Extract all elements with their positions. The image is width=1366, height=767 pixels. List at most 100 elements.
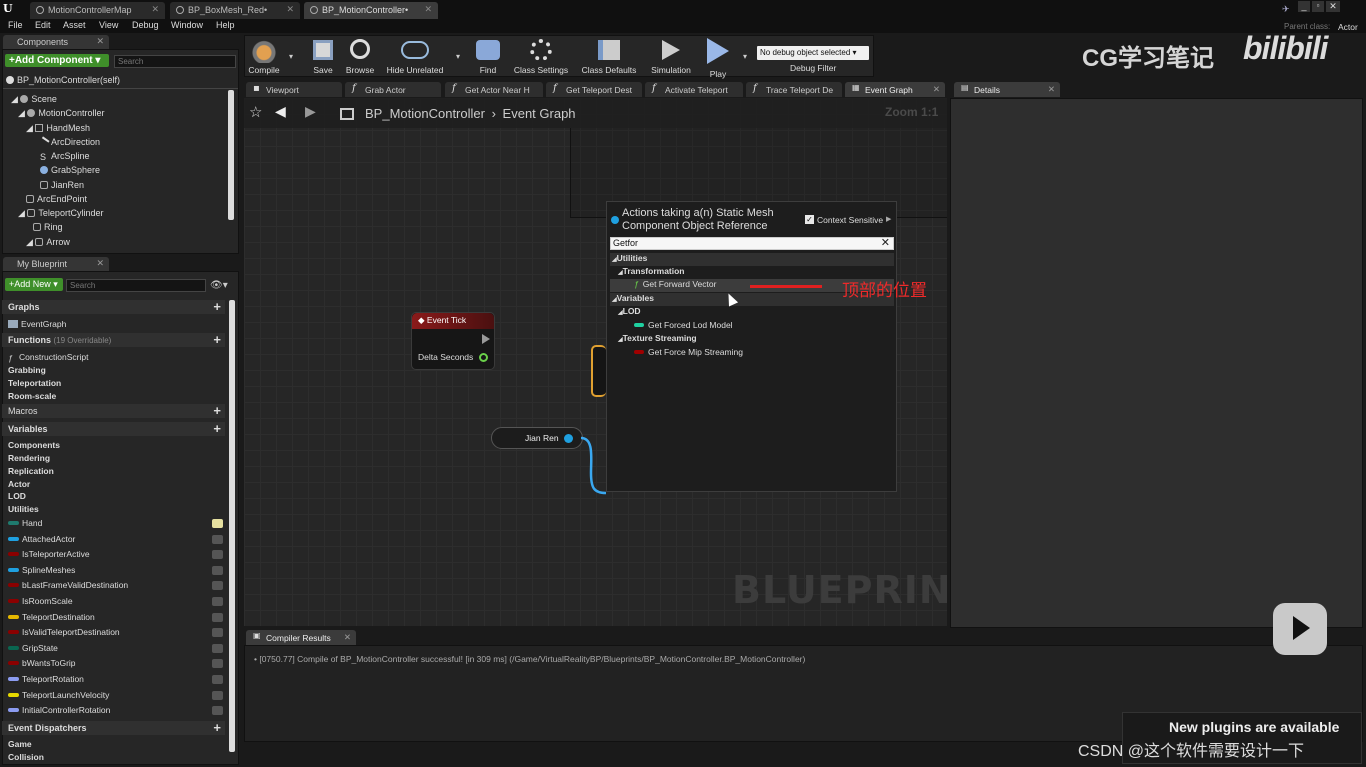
variable-visibility-icon[interactable] xyxy=(212,565,223,575)
variable-category[interactable]: Utilities xyxy=(8,504,39,514)
find-button[interactable]: Find xyxy=(472,37,504,75)
variable-item[interactable]: bWantsToGrip xyxy=(8,658,76,671)
variable-visibility-icon[interactable] xyxy=(212,643,223,653)
variable-item[interactable]: Hand xyxy=(8,518,42,531)
variable-visibility-icon[interactable] xyxy=(212,690,223,700)
variable-item[interactable]: TeleportRotation xyxy=(8,674,84,687)
menu-help[interactable]: Help xyxy=(216,20,235,30)
debug-object-select[interactable]: No debug object selected ▾ xyxy=(757,46,869,60)
variable-item[interactable]: bLastFrameValidDestination xyxy=(8,580,128,593)
function-category-roomscale[interactable]: Room-scale xyxy=(8,391,56,401)
tree-item-handmesh[interactable]: ◢ HandMesh xyxy=(26,123,90,134)
blueprint-search-input[interactable]: Search xyxy=(66,279,206,292)
variable-item[interactable]: InitialControllerRotation xyxy=(8,705,110,718)
save-button[interactable]: Save xyxy=(308,37,338,75)
compile-options-dropdown[interactable]: ▾ xyxy=(289,52,293,61)
variable-visibility-icon[interactable] xyxy=(212,597,223,606)
close-icon[interactable]: ✕ xyxy=(151,4,159,15)
parent-class-value[interactable]: Actor xyxy=(1338,22,1358,32)
menu-view[interactable]: View xyxy=(99,20,118,30)
doc-tab-motioncontroller[interactable]: BP_MotionController• ✕ xyxy=(304,2,438,19)
add-macro-button[interactable]: + xyxy=(213,403,221,418)
minimize-button[interactable]: _ xyxy=(1298,1,1310,12)
tab-compiler-results[interactable]: ▣ Compiler Results ✕ xyxy=(246,630,356,645)
event-dispatchers-section[interactable]: Event Dispatchers + xyxy=(2,720,225,735)
menu-asset[interactable]: Asset xyxy=(63,20,86,30)
tree-item-scene[interactable]: ◢ Scene xyxy=(11,94,57,105)
variable-visibility-icon[interactable] xyxy=(212,628,223,638)
tab-get-teleport-dest[interactable]: f Get Teleport Dest xyxy=(546,82,642,97)
variable-item[interactable]: IsRoomScale xyxy=(8,596,73,609)
clear-search-icon[interactable]: ✕ xyxy=(881,236,890,249)
function-category-grabbing[interactable]: Grabbing xyxy=(8,365,46,375)
play-button[interactable]: Play xyxy=(702,37,734,79)
close-icon[interactable]: ✕ xyxy=(1048,84,1055,95)
add-component-button[interactable]: +Add Component ▾ xyxy=(5,54,109,67)
variable-item[interactable]: AttachedActor xyxy=(8,534,75,547)
add-function-button[interactable]: + xyxy=(213,332,221,347)
tree-item-teleportcylinder[interactable]: ◢ TeleportCylinder xyxy=(18,208,103,219)
class-settings-button[interactable]: Class Settings xyxy=(510,37,572,75)
variable-item[interactable]: TeleportDestination xyxy=(8,612,95,625)
action-item[interactable]: Get Forced Lod Model xyxy=(610,320,894,333)
hide-unrelated-dropdown[interactable]: ▾ xyxy=(456,52,460,61)
class-defaults-button[interactable]: Class Defaults xyxy=(578,37,640,75)
compiler-message[interactable]: • [0750.77] Compile of BP_MotionControll… xyxy=(254,654,805,664)
my-blueprint-tab[interactable]: My Blueprint ✕ xyxy=(3,257,109,271)
tab-viewport[interactable]: ▪ Viewport xyxy=(246,82,342,97)
variable-visibility-icon[interactable] xyxy=(212,659,223,669)
tree-item-motioncontroller[interactable]: ◢ MotionController xyxy=(18,108,104,119)
variable-visibility-icon[interactable] xyxy=(212,581,223,591)
variable-item[interactable]: IsTeleporterActive xyxy=(8,549,90,562)
tab-get-actor-near-hand[interactable]: f Get Actor Near H xyxy=(445,82,543,97)
graphs-section[interactable]: Graphs + xyxy=(2,299,225,314)
self-item[interactable]: BP_MotionController(self) xyxy=(6,75,120,85)
visibility-icon[interactable]: 👁▾ xyxy=(210,280,228,291)
blueprint-scrollbar[interactable] xyxy=(229,300,235,752)
variables-section[interactable]: Variables + xyxy=(2,421,225,436)
browse-button[interactable]: Browse xyxy=(342,37,378,75)
close-window-button[interactable]: ✕ xyxy=(1326,1,1340,12)
tree-item-arcdirection[interactable]: ArcDirection xyxy=(38,136,100,148)
add-variable-button[interactable]: + xyxy=(213,421,221,436)
menu-file[interactable]: File xyxy=(8,20,23,30)
simulation-button[interactable]: Simulation xyxy=(648,37,694,75)
tab-details[interactable]: ▤ Details ✕ xyxy=(954,82,1060,97)
function-item-construction[interactable]: ƒ ConstructionScript xyxy=(8,352,88,363)
action-category[interactable]: ◢LOD xyxy=(610,306,894,319)
variable-category[interactable]: Components xyxy=(8,440,60,450)
tab-event-graph[interactable]: ▦ Event Graph ✕ xyxy=(845,82,945,97)
tree-item-ring[interactable]: Ring xyxy=(33,222,63,232)
tree-item-jianren[interactable]: JianRen xyxy=(40,180,84,190)
dispatcher-category[interactable]: Game xyxy=(8,739,32,749)
variable-visibility-icon[interactable] xyxy=(212,612,223,622)
components-scrollbar[interactable] xyxy=(228,90,234,220)
action-category[interactable]: ◢Texture Streaming xyxy=(610,333,894,346)
menu-debug[interactable]: Debug xyxy=(132,20,159,30)
tab-trace-teleport[interactable]: f Trace Teleport De xyxy=(746,82,842,97)
variable-item[interactable]: IsValidTeleportDestination xyxy=(8,627,120,640)
close-icon[interactable]: ✕ xyxy=(286,4,294,15)
close-icon[interactable]: ✕ xyxy=(424,4,432,15)
close-icon[interactable]: ✕ xyxy=(933,84,940,95)
tab-grab-actor[interactable]: f Grab Actor xyxy=(345,82,441,97)
variable-category[interactable]: Rendering xyxy=(8,453,50,463)
variable-category[interactable]: Replication xyxy=(8,466,54,476)
variable-visibility-icon[interactable] xyxy=(212,550,223,560)
menu-edit[interactable]: Edit xyxy=(35,20,51,30)
tree-item-arcendpoint[interactable]: ArcEndPoint xyxy=(26,194,87,204)
partial-node[interactable] xyxy=(591,345,606,397)
variable-visibility-icon[interactable] xyxy=(212,706,223,716)
variable-item[interactable]: GripState xyxy=(8,643,58,656)
functions-section[interactable]: Functions (19 Overridable) + xyxy=(2,332,225,347)
action-item[interactable]: Get Force Mip Streaming xyxy=(610,347,894,360)
variable-category[interactable]: LOD xyxy=(8,491,26,501)
menu-window[interactable]: Window xyxy=(171,20,203,30)
add-new-button[interactable]: +Add New ▾ xyxy=(5,278,63,291)
close-icon[interactable]: ✕ xyxy=(96,258,104,269)
variable-item[interactable]: TeleportLaunchVelocity xyxy=(8,690,109,703)
close-icon[interactable]: ✕ xyxy=(344,632,351,643)
hide-unrelated-button[interactable]: Hide Unrelated xyxy=(383,37,447,75)
event-graph-item[interactable]: EventGraph xyxy=(8,319,66,329)
add-graph-button[interactable]: + xyxy=(213,299,221,314)
